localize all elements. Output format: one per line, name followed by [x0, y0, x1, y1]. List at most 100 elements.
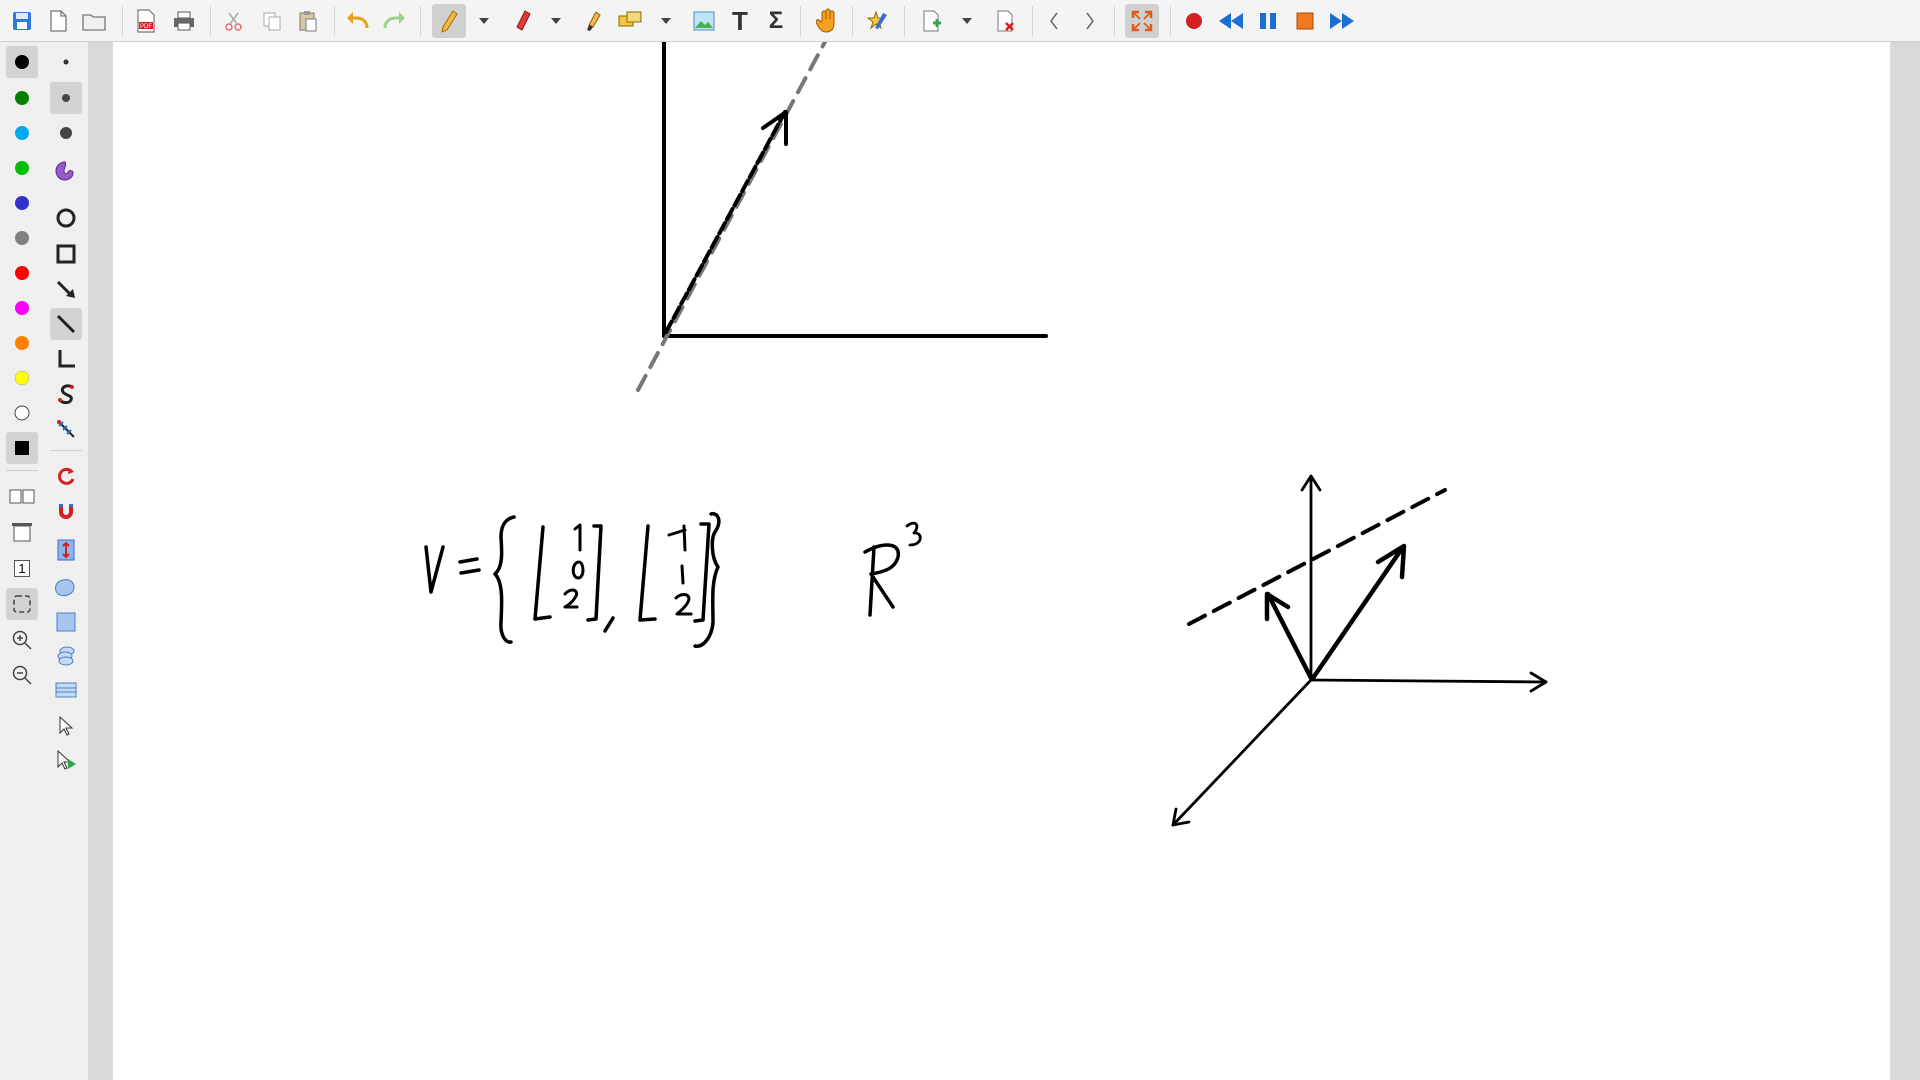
rotate-snap-icon[interactable] — [50, 460, 82, 492]
arrow-icon[interactable] — [50, 273, 82, 305]
letter-r — [863, 543, 900, 617]
record-icon[interactable] — [1178, 5, 1210, 37]
copy-icon[interactable] — [256, 5, 288, 37]
magnet-icon[interactable] — [50, 495, 82, 527]
star-pen-icon[interactable] — [862, 5, 894, 37]
presentation-icon[interactable] — [6, 516, 38, 548]
delete-page-icon[interactable] — [990, 5, 1022, 37]
handwriting-layer — [424, 42, 1548, 827]
color-light-blue-icon[interactable] — [6, 117, 38, 149]
digit-1b — [680, 564, 685, 585]
vector-3d-right — [1310, 544, 1406, 681]
fast-forward-icon[interactable] — [1326, 5, 1358, 37]
zoom-in-icon[interactable] — [6, 624, 38, 656]
left-brace — [493, 515, 516, 644]
dot-small-icon[interactable] — [50, 46, 82, 78]
two-pages-icon[interactable] — [6, 480, 38, 512]
color-green-icon[interactable] — [6, 82, 38, 114]
left-margin — [88, 42, 113, 1080]
chevron-right-icon[interactable] — [1074, 5, 1106, 37]
color-light-green-icon[interactable] — [6, 152, 38, 184]
select-dropdown-icon[interactable] — [661, 14, 671, 28]
add-page-dropdown-icon[interactable] — [962, 14, 972, 28]
new-document-icon[interactable] — [42, 5, 74, 37]
open-folder-icon[interactable] — [78, 5, 110, 37]
dot-medium-icon[interactable] — [50, 82, 82, 114]
sigma-icon[interactable]: Σ — [760, 5, 792, 37]
highlighter-icon[interactable] — [578, 5, 610, 37]
cursor-icon[interactable] — [50, 710, 82, 742]
dashed-line-3d — [1187, 488, 1447, 626]
color-yellow-icon[interactable] — [6, 362, 38, 394]
digit-1 — [573, 523, 582, 552]
save-icon[interactable] — [6, 5, 38, 37]
chevron-left-icon[interactable] — [1038, 5, 1070, 37]
digit-2 — [563, 588, 579, 609]
equals-sign — [458, 557, 481, 575]
circle-icon[interactable] — [50, 202, 82, 234]
letter-v — [424, 545, 445, 594]
text-icon[interactable]: T — [724, 5, 756, 37]
select-region-icon[interactable] — [614, 5, 646, 37]
eraser-dropdown-icon[interactable] — [551, 14, 561, 28]
coordinate-icon[interactable] — [50, 343, 82, 375]
bracket-2-left — [638, 524, 657, 622]
dot-large-icon[interactable] — [50, 117, 82, 149]
comma — [603, 616, 615, 633]
fill-rect-icon[interactable] — [50, 606, 82, 638]
hand-icon[interactable] — [812, 5, 844, 37]
vertical-space-icon[interactable] — [50, 534, 82, 566]
axis3d-x — [1309, 678, 1548, 684]
shape-recognizer-icon[interactable] — [50, 572, 82, 604]
pause-icon[interactable] — [1252, 5, 1284, 37]
color-red-icon[interactable] — [6, 257, 38, 289]
rewind-icon[interactable] — [1215, 5, 1247, 37]
layer-icon[interactable] — [50, 674, 82, 706]
digit-2b — [674, 593, 693, 616]
drawing-canvas[interactable] — [113, 42, 1890, 1080]
color-orange-icon[interactable] — [6, 327, 38, 359]
digit-0 — [571, 560, 585, 580]
pdf-icon[interactable]: PDF — [130, 5, 162, 37]
zoom-out-icon[interactable] — [6, 659, 38, 691]
color-magenta-icon[interactable] — [6, 292, 38, 324]
paste-icon[interactable] — [292, 5, 324, 37]
svg-text:PDF: PDF — [140, 24, 152, 30]
play-cursor-icon[interactable] — [50, 744, 82, 776]
eraser-icon[interactable] — [506, 5, 538, 37]
color-blue-icon[interactable] — [6, 187, 38, 219]
fill-icon[interactable] — [50, 155, 82, 187]
undo-icon[interactable] — [342, 5, 374, 37]
axis3d-y — [1171, 678, 1313, 827]
ruler-icon[interactable] — [50, 413, 82, 445]
minus-sign — [667, 528, 687, 537]
select-area-icon[interactable] — [6, 588, 38, 620]
layers-icon[interactable] — [50, 640, 82, 672]
main-toolbar: PDF T Σ — [0, 0, 1920, 42]
color-white-icon[interactable] — [6, 397, 38, 429]
pencil-icon[interactable] — [432, 4, 466, 38]
image-icon[interactable] — [688, 5, 720, 37]
line-icon[interactable] — [50, 308, 82, 340]
spline-icon[interactable] — [50, 378, 82, 410]
bracket-2-right — [693, 522, 711, 623]
add-page-icon[interactable] — [916, 5, 948, 37]
pen-dropdown-icon[interactable] — [479, 14, 489, 28]
digit-minus1 — [682, 524, 687, 552]
right-margin — [1890, 42, 1920, 1080]
redo-icon[interactable] — [378, 5, 410, 37]
rectangle-icon[interactable] — [50, 238, 82, 270]
fullscreen-icon[interactable] — [1125, 4, 1159, 38]
page-number-icon[interactable]: 1 — [6, 552, 38, 584]
left-tool-panel: 1 — [0, 42, 88, 1080]
printer-icon[interactable] — [168, 5, 200, 37]
color-gray-icon[interactable] — [6, 222, 38, 254]
scissors-icon[interactable] — [218, 5, 250, 37]
vector-arrow — [664, 110, 787, 334]
custom-color-icon[interactable] — [6, 432, 38, 464]
stop-icon[interactable] — [1289, 5, 1321, 37]
color-black-icon[interactable] — [6, 46, 38, 78]
bracket-1-left — [533, 525, 552, 621]
exponent-3 — [905, 521, 922, 547]
bracket-1-right — [586, 524, 603, 622]
